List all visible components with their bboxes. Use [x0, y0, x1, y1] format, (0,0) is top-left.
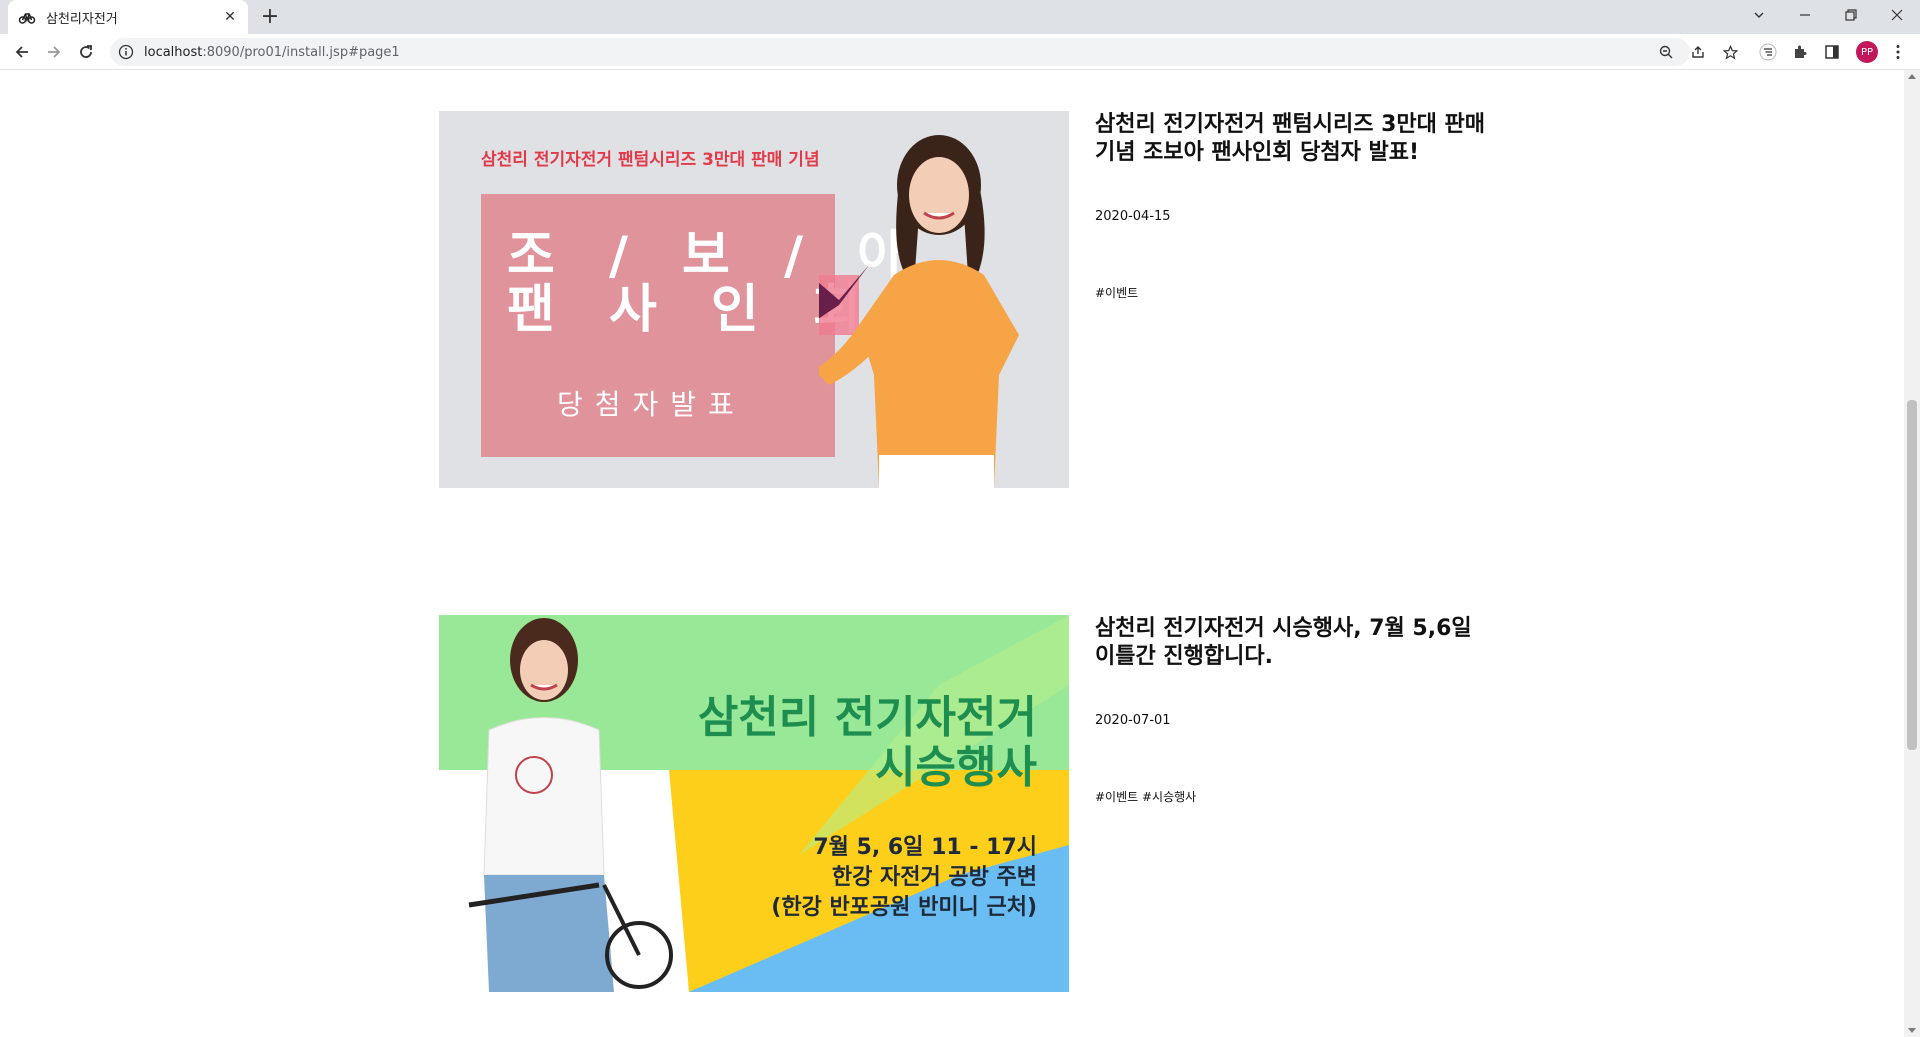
menu-kebab-icon[interactable] [1888, 42, 1908, 62]
forward-icon[interactable] [42, 40, 66, 64]
post-thumbnail[interactable]: 삼천리 전기자전거 시승행사 7월 5, 6일 11 - 17시 한강 자전거 … [439, 615, 1069, 992]
bookmark-star-icon[interactable] [1720, 42, 1740, 62]
person-illustration [819, 135, 1019, 488]
tab-strip: 삼천리자전거 ✕ + [0, 0, 1920, 34]
post-thumbnail[interactable]: 삼천리 전기자전거 팬텀시리즈 3만대 판매 기념 조 / 보 / 아 팬 사 … [439, 111, 1069, 488]
post-date: 2020-07-01 [1095, 713, 1171, 728]
share-icon[interactable] [1688, 42, 1708, 62]
banner-heading-line1: 삼천리 전기자전거 [697, 692, 1037, 743]
banner-heading-line2: 시승행사 [875, 742, 1037, 793]
zoom-icon[interactable] [1656, 42, 1676, 62]
side-panel-icon[interactable] [1822, 42, 1842, 62]
banner-top-text: 삼천리 전기자전거 팬텀시리즈 3만대 판매 기념 [481, 150, 820, 170]
post-title[interactable]: 삼천리 전기자전거 팬텀시리즈 3만대 판매 기념 조보아 팬사인회 당첨자 발… [1095, 111, 1495, 167]
site-info-icon[interactable] [118, 44, 134, 60]
close-window-button[interactable] [1874, 0, 1920, 30]
back-icon[interactable] [10, 40, 34, 64]
banner-detail: 7월 5, 6일 11 - 17시 한강 자전거 공방 주변 (한강 반포공원 … [771, 833, 1037, 923]
banner-detail-line2: 한강 자전거 공방 주변 [831, 865, 1037, 890]
reload-icon[interactable] [74, 40, 98, 64]
restore-button[interactable] [1828, 0, 1874, 30]
tab-close-icon[interactable]: ✕ [222, 9, 238, 25]
post-date: 2020-04-15 [1095, 209, 1171, 224]
page-viewport: 삼천리 전기자전거 팬텀시리즈 3만대 판매 기념 조 / 보 / 아 팬 사 … [0, 70, 1904, 1037]
banner-image: 삼천리 전기자전거 팬텀시리즈 3만대 판매 기념 조 / 보 / 아 팬 사 … [439, 111, 1069, 488]
tab-search-icon[interactable] [1736, 0, 1782, 30]
browser-tab[interactable]: 삼천리자전거 ✕ [8, 0, 248, 34]
post-tags[interactable]: #이벤트 [1095, 284, 1495, 301]
banner-sub-text: 당첨자발표 [557, 388, 746, 421]
vertical-scrollbar[interactable] [1904, 70, 1920, 1037]
post-title[interactable]: 삼천리 전기자전거 시승행사, 7월 5,6일 이틀간 진행합니다. [1095, 615, 1495, 671]
banner-background [439, 615, 1069, 992]
banner-detail-line1: 7월 5, 6일 11 - 17시 [813, 835, 1037, 860]
banner-detail-line3: (한강 반포공원 반미니 근처) [771, 895, 1037, 920]
minimize-button[interactable] [1782, 0, 1828, 30]
profile-avatar[interactable]: PP [1856, 41, 1878, 63]
new-tab-button[interactable]: + [258, 6, 282, 30]
post-tags[interactable]: #이벤트 #시승행사 [1095, 788, 1495, 805]
browser-toolbar: localhost:8090/pro01/install.jsp#page1 [0, 34, 1920, 70]
url-path: :8090/pro01/install.jsp#page1 [202, 44, 400, 60]
post-info: 삼천리 전기자전거 시승행사, 7월 5,6일 이틀간 진행합니다. 2020-… [1095, 615, 1495, 805]
bicycle-icon [18, 13, 36, 24]
url-text: localhost:8090/pro01/install.jsp#page1 [144, 45, 400, 60]
tab-title: 삼천리자전거 [46, 11, 118, 27]
post-info: 삼천리 전기자전거 팬텀시리즈 3만대 판매 기념 조보아 팬사인회 당첨자 발… [1095, 111, 1495, 301]
address-bar[interactable]: localhost:8090/pro01/install.jsp#page1 [110, 38, 1690, 66]
extensions-icon[interactable] [1790, 42, 1810, 62]
url-host: localhost [144, 44, 203, 60]
reading-list-icon[interactable] [1758, 42, 1778, 62]
scroll-up-arrow-icon[interactable] [1908, 74, 1916, 79]
banner-image: 삼천리 전기자전거 시승행사 7월 5, 6일 11 - 17시 한강 자전거 … [439, 615, 1069, 992]
scrollbar-thumb[interactable] [1907, 400, 1917, 750]
scroll-down-arrow-icon[interactable] [1908, 1028, 1916, 1033]
banner-heading: 삼천리 전기자전거 시승행사 [698, 693, 1037, 793]
